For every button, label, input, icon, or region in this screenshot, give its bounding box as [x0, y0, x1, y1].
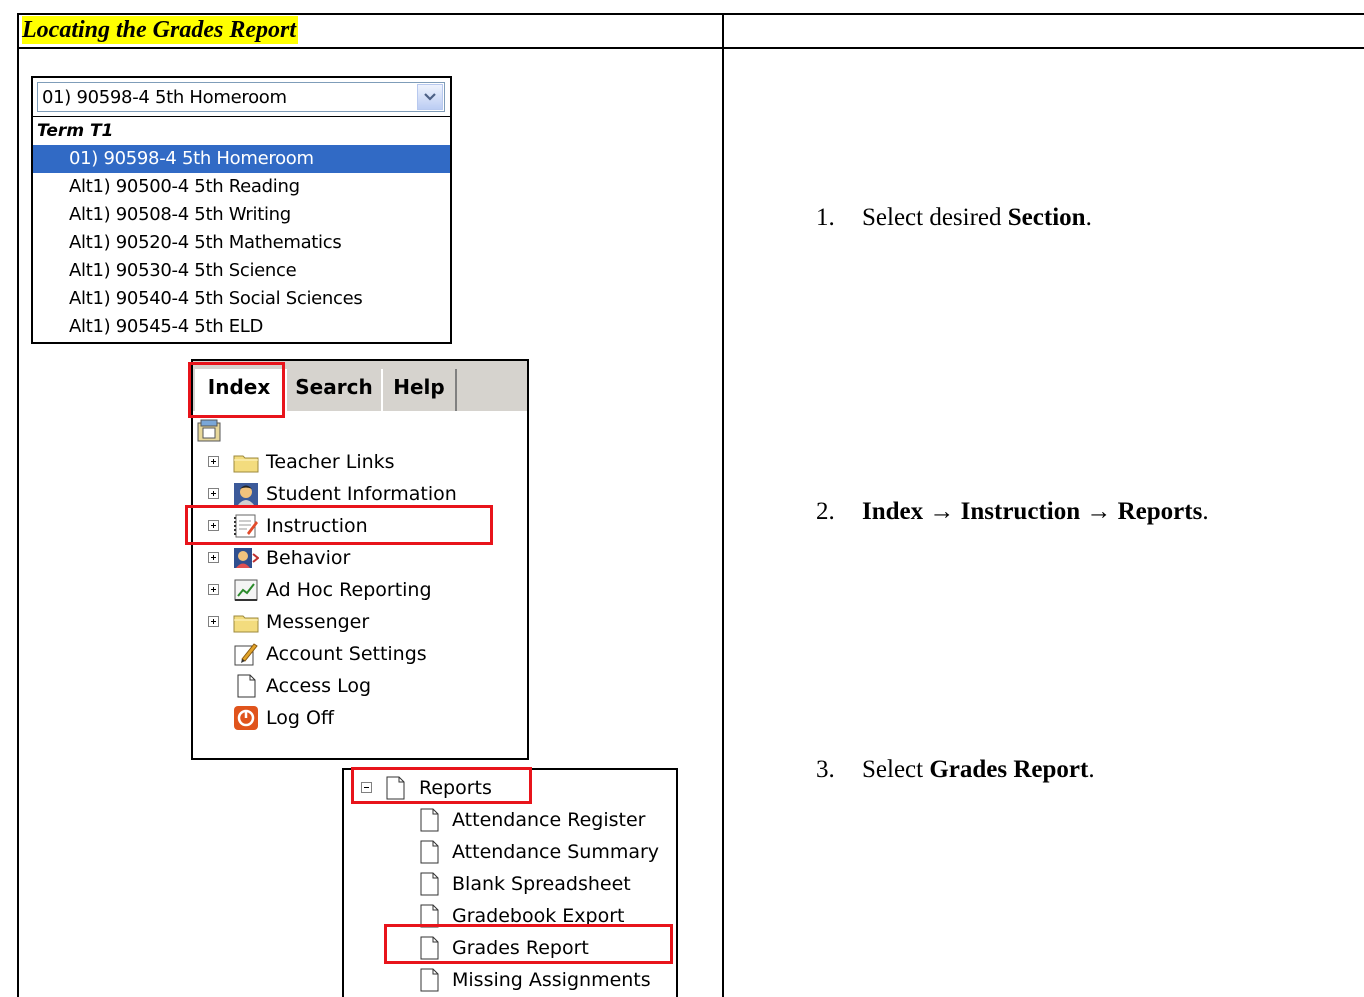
- tree-item-label: Teacher Links: [266, 451, 395, 473]
- page-icon: [420, 840, 439, 864]
- arrow-icon: →: [929, 498, 955, 525]
- section-option[interactable]: 01) 90598-4 5th Homeroom: [33, 145, 450, 173]
- chart-icon: [234, 579, 258, 601]
- arrow-icon: →: [1086, 498, 1112, 525]
- behavior-icon: [234, 548, 259, 568]
- index-panel: Index Search Help Teacher Links Student …: [191, 359, 529, 760]
- page-icon: [420, 968, 439, 992]
- step-keyword: Grades Report: [929, 756, 1089, 783]
- report-item-label: Missing Assignments: [452, 969, 651, 991]
- step-keyword: Reports: [1117, 498, 1203, 525]
- step-1: 1. Select desired Section.: [816, 203, 1092, 233]
- step-text: Select: [862, 756, 930, 783]
- edit-icon: [234, 643, 258, 666]
- section-option[interactable]: Alt1) 90530-4 5th Science: [33, 257, 450, 285]
- report-item-label: Attendance Register: [452, 809, 646, 831]
- step-text: Select desired: [862, 204, 1008, 231]
- section-option[interactable]: Alt1) 90545-4 5th ELD: [33, 313, 450, 341]
- step-punct: .: [1088, 756, 1095, 783]
- expand-icon[interactable]: [208, 584, 219, 595]
- tree-item-label: Log Off: [266, 707, 335, 729]
- tree-item-label: Ad Hoc Reporting: [266, 579, 432, 601]
- report-item-label: Blank Spreadsheet: [452, 873, 631, 895]
- table-border-middle: [722, 13, 724, 997]
- expand-icon[interactable]: [208, 488, 219, 499]
- tab-search[interactable]: Search: [285, 369, 383, 411]
- document-title: Locating the Grades Report: [22, 16, 298, 44]
- student-icon: [234, 483, 258, 505]
- section-select-value: 01) 90598-4 5th Homeroom: [42, 87, 287, 108]
- folder-icon: [233, 615, 259, 633]
- chevron-down-icon[interactable]: [417, 84, 443, 110]
- tree-item-label: Behavior: [266, 547, 351, 569]
- page-icon: [420, 872, 439, 896]
- section-option[interactable]: Alt1) 90540-4 5th Social Sciences: [33, 285, 450, 313]
- step-keyword: Section: [1007, 204, 1086, 231]
- tree-item-label: Messenger: [266, 611, 370, 633]
- step-number: 1.: [816, 204, 835, 231]
- expand-icon[interactable]: [208, 616, 219, 627]
- option-group-label: Term T1: [37, 121, 114, 141]
- section-option[interactable]: Alt1) 90520-4 5th Mathematics: [33, 229, 450, 257]
- highlight-reports: [351, 767, 532, 804]
- step-keyword: Instruction: [960, 498, 1081, 525]
- step-number: 2.: [816, 498, 835, 525]
- tree-item-label: Access Log: [266, 675, 372, 697]
- home-icon[interactable]: [197, 419, 223, 443]
- section-option[interactable]: Alt1) 90500-4 5th Reading: [33, 173, 450, 201]
- expand-icon[interactable]: [208, 552, 219, 563]
- step-3: 3. Select Grades Report.: [816, 755, 1095, 785]
- power-icon: [234, 706, 258, 730]
- page-icon: [420, 808, 439, 832]
- step-punct: .: [1085, 204, 1092, 231]
- tab-help[interactable]: Help: [381, 369, 457, 411]
- report-item-label: Attendance Summary: [452, 841, 660, 863]
- highlight-instruction: [185, 505, 493, 545]
- folder-icon: [233, 455, 259, 473]
- table-border-left: [17, 13, 19, 997]
- highlight-grades-report: [384, 924, 673, 964]
- step-number: 3.: [816, 756, 835, 783]
- tree-item-label: Account Settings: [266, 643, 427, 665]
- step-2: 2. Index → Instruction → Reports.: [816, 497, 1209, 527]
- section-select[interactable]: 01) 90598-4 5th Homeroom: [37, 82, 445, 112]
- expand-icon[interactable]: [208, 456, 219, 467]
- title-cell: Locating the Grades Report: [18, 14, 722, 48]
- highlight-index-tab: [188, 362, 285, 418]
- step-keyword: Index: [862, 498, 924, 525]
- section-option[interactable]: Alt1) 90508-4 5th Writing: [33, 201, 450, 229]
- page-icon: [237, 674, 256, 698]
- section-dropdown: 01) 90598-4 5th Homeroom Term T1 01) 905…: [31, 76, 452, 344]
- step-punct: .: [1202, 498, 1209, 525]
- section-options-list: Term T1 01) 90598-4 5th Homeroom Alt1) 9…: [33, 116, 450, 341]
